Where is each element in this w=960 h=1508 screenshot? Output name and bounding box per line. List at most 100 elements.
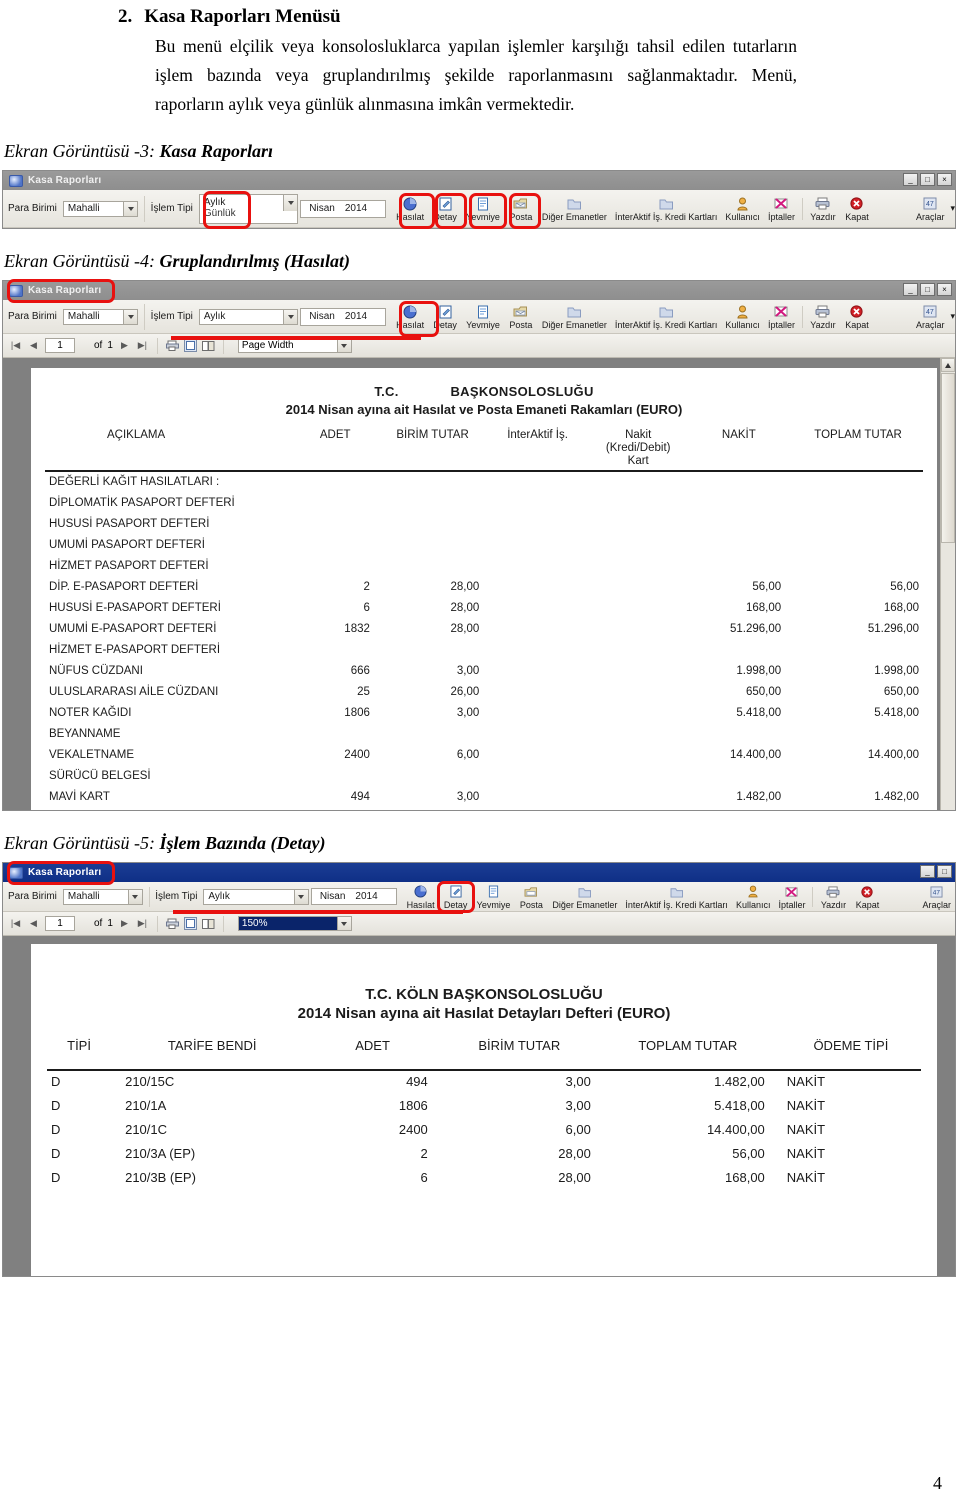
next-page-icon[interactable]: ▶ [118,339,131,352]
toolbar-button-kullanici[interactable]: Kullanıcı [721,192,764,226]
zoom-select[interactable]: Page Width [237,338,352,353]
chevron-down-icon[interactable] [283,194,298,211]
toolbar-button-interaktif-kredi-kartlari[interactable]: İnterAktif İş. Kredi Kartları [611,192,722,226]
toolbar-button-iptaller[interactable]: İptaller [774,883,809,911]
last-page-icon[interactable]: ▶| [136,339,149,352]
chevron-down-icon[interactable] [337,916,352,931]
chevron-down-icon[interactable] [293,889,308,904]
toolbar-button-interaktif-kredi-kartlari[interactable]: İnterAktif İş. Kredi Kartları [611,300,722,334]
toolbar-button-kapat[interactable]: Kapat [840,192,874,226]
close-button[interactable]: × [937,283,952,296]
toolbar-button-kapat[interactable]: Kapat [850,883,884,911]
toolbar-button-detay[interactable]: Detay [439,883,473,911]
cell-nakit-kart [588,497,689,518]
next-page-icon[interactable]: ▶ [118,917,131,930]
toolbar-button-hasilat[interactable]: Hasılat [392,300,428,334]
cell-aciklama: HİZMET E-PASAPORT DEFTERİ [49,644,221,656]
toolbar-button-yazdir[interactable]: Yazdır [806,192,840,226]
col-odeme-tipi: ÖDEME TİPİ [813,1038,889,1053]
toolbar-button-detay[interactable]: Detay [428,300,462,334]
currency-select[interactable]: Mahalli [62,200,139,217]
transaction-type-select[interactable]: Aylık [198,308,299,325]
transaction-type-select[interactable]: Aylık [203,888,309,905]
toolbar-button-hasilat[interactable]: Hasılat [403,883,439,911]
toolbar-button-araclar[interactable]: 47 Araçlar [912,300,949,334]
chevron-down-icon[interactable] [123,201,138,216]
chevron-down-icon[interactable] [123,309,138,324]
minimize-button[interactable]: _ [920,865,935,878]
minimize-button[interactable]: _ [903,283,918,296]
period-stepper[interactable]: Nisan 2014 [300,199,387,218]
last-page-icon[interactable]: ▶| [136,917,149,930]
window-controls[interactable]: _ □ × [903,173,952,186]
toolbar-button-kapat[interactable]: Kapat [840,300,874,334]
print-icon[interactable] [165,339,179,352]
stepper-buttons[interactable] [372,310,384,324]
toolbar-button-yazdir[interactable]: Yazdır [806,300,840,334]
toolbar-button-diger-emanetler[interactable]: Diğer Emanetler [538,300,611,334]
zoom-select[interactable]: 150% [237,916,352,931]
year-value: 2014 [355,891,378,902]
toolbar-button-yevmiye[interactable]: Yevmiye [462,300,504,334]
toolbar-button-araclar[interactable]: 47 Araçlar [918,883,955,911]
stepper-buttons[interactable] [372,202,384,216]
cell-nakit-kart [588,770,689,791]
toolbar-button-yevmiye[interactable]: Yevmiye [462,192,504,226]
cell-nakit: 168,00 [745,602,782,614]
toolbar-button-yevmiye[interactable]: Yevmiye [473,883,515,911]
toolbar-button-diger-emanetler[interactable]: Diğer Emanetler [548,883,621,911]
cell-adet [293,728,378,749]
table-row: UMUMİ PASAPORT DEFTERİ [41,539,927,560]
toolbar-button-interaktif-kredi-kartlari[interactable]: İnterAktif İş. Kredi Kartları [621,883,732,911]
chevron-down-icon[interactable] [283,309,298,324]
scroll-up-icon[interactable] [941,358,955,372]
toolbar-button-detay[interactable]: Detay [428,192,462,226]
period-stepper[interactable]: Nisan 2014 [310,888,397,905]
transaction-type-select[interactable]: Aylık Günlük [198,193,299,224]
page-number-input[interactable]: 1 [45,916,75,931]
chevron-down-icon[interactable]: ▾ [950,311,955,322]
page-layout-icon[interactable] [183,339,197,352]
previous-page-icon[interactable]: ◀ [27,339,40,352]
first-page-icon[interactable]: |◀ [9,917,22,930]
print-icon[interactable] [165,917,179,930]
two-page-icon[interactable] [201,339,215,352]
toolbar-button-kullanici[interactable]: Kullanıcı [721,300,764,334]
toolbar-button-iptaller[interactable]: İptaller [764,300,799,334]
toolbar-button-araclar[interactable]: 47 Araçlar [912,192,949,226]
currency-select[interactable]: Mahalli [62,308,139,325]
zoom-value[interactable]: 150% [237,916,338,931]
chevron-down-icon[interactable]: ▾ [950,203,955,214]
two-page-icon[interactable] [201,917,215,930]
toolbar-button-posta[interactable]: Posta [504,300,538,334]
zoom-value[interactable]: Page Width [237,338,338,353]
toolbar-button-kullanici[interactable]: Kullanıcı [732,883,775,911]
page-layout-icon[interactable] [183,917,197,930]
chevron-down-icon[interactable] [127,889,142,904]
window-controls[interactable]: _ □ × [903,283,952,296]
toolbar-button-posta[interactable]: Posta [504,192,538,226]
caption-3-title: Kasa Raporları [159,141,274,161]
scrollbar-thumb[interactable] [941,373,955,543]
previous-page-icon[interactable]: ◀ [27,917,40,930]
currency-select[interactable]: Mahalli [62,888,143,905]
stepper-buttons[interactable] [383,890,395,903]
close-button[interactable]: × [937,173,952,186]
chevron-down-icon[interactable] [337,338,352,353]
cell-aciklama: BEYANNAME [49,728,121,740]
transaction-type-option-gunluk[interactable]: Günlük [204,208,236,219]
toolbar-button-iptaller[interactable]: İptaller [764,192,799,226]
first-page-icon[interactable]: |◀ [9,339,22,352]
minimize-button[interactable]: _ [903,173,918,186]
period-stepper[interactable]: Nisan 2014 [300,307,387,326]
vertical-scrollbar[interactable] [940,358,955,810]
window-controls[interactable]: _ □ [920,865,952,878]
maximize-button[interactable]: □ [937,865,952,878]
toolbar-button-yazdir[interactable]: Yazdır [816,883,850,911]
toolbar-button-posta[interactable]: Posta [514,883,548,911]
toolbar-button-diger-emanetler[interactable]: Diğer Emanetler [538,192,611,226]
toolbar-button-hasilat[interactable]: Hasılat [392,192,428,226]
maximize-button[interactable]: □ [920,283,935,296]
maximize-button[interactable]: □ [920,173,935,186]
page-number-input[interactable]: 1 [45,338,75,353]
